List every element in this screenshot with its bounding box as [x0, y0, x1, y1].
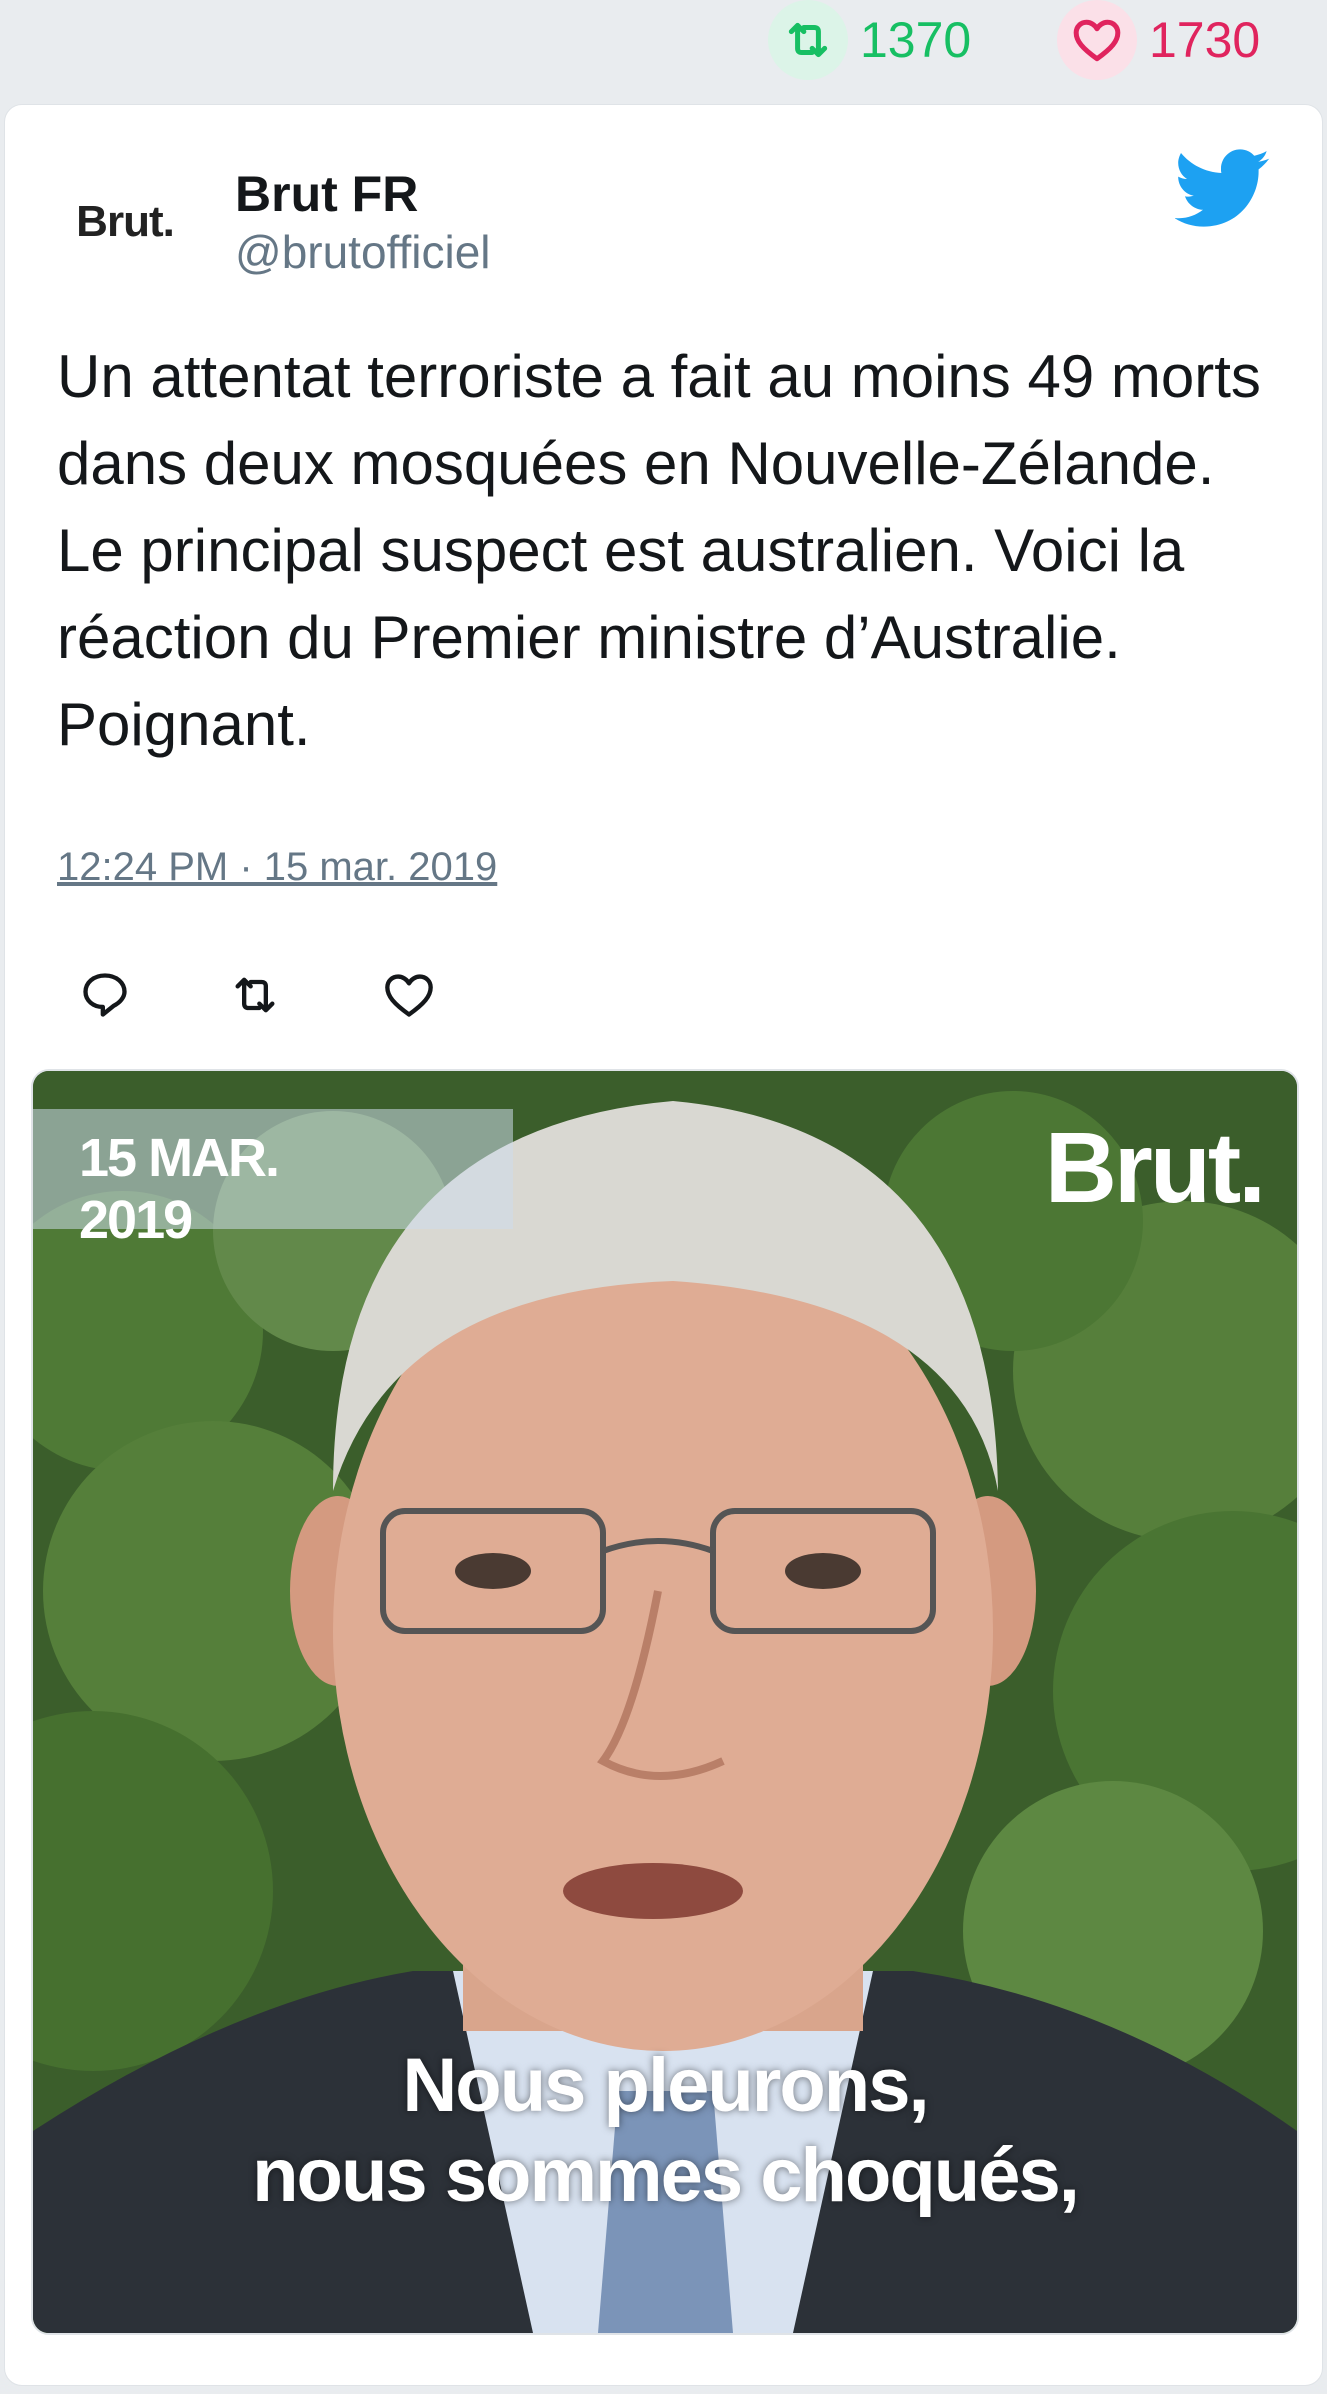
video-brand-logo: Brut.: [1044, 1112, 1266, 1224]
author-name[interactable]: Brut FR: [235, 165, 418, 223]
retweet-action-icon[interactable]: [205, 955, 305, 1035]
avatar[interactable]: Brut.: [55, 167, 195, 277]
like-count: 1730: [1149, 12, 1261, 68]
twitter-bird-icon[interactable]: [1174, 149, 1271, 229]
tweet-card: Brut. Brut FR @brutofficiel Un attentat …: [4, 104, 1323, 2386]
video-date-overlay: 15 MAR. 2019: [79, 1127, 280, 1251]
like-action-icon[interactable]: [359, 955, 459, 1035]
engagement-bar: 1370 1730: [0, 0, 1327, 100]
heart-icon[interactable]: [1057, 0, 1137, 80]
video-date-line1: 15 MAR.: [79, 1128, 280, 1188]
video-subtitle-line2: nous sommes choqués,: [252, 2133, 1080, 2218]
reply-icon[interactable]: [55, 955, 155, 1035]
retweet-icon[interactable]: [768, 0, 848, 80]
tweet-text: Un attentat terroriste a fait au moins 4…: [57, 343, 1261, 758]
like-stat[interactable]: 1730: [1057, 0, 1260, 80]
tweet-timestamp[interactable]: 12:24 PM · 15 mar. 2019: [57, 845, 497, 890]
video-subtitle: Nous pleurons, nous sommes choqués,: [33, 2041, 1297, 2221]
video-subtitle-line1: Nous pleurons,: [402, 2043, 929, 2128]
retweet-stat[interactable]: 1370: [768, 0, 971, 80]
video-date-line2: 2019: [79, 1190, 193, 1250]
retweet-count: 1370: [860, 12, 972, 68]
author-handle[interactable]: @brutofficiel: [235, 225, 491, 279]
avatar-logo-text: Brut.: [76, 197, 175, 246]
video-thumbnail[interactable]: 15 MAR. 2019 Brut. Nous pleurons, nous s…: [31, 1069, 1299, 2335]
